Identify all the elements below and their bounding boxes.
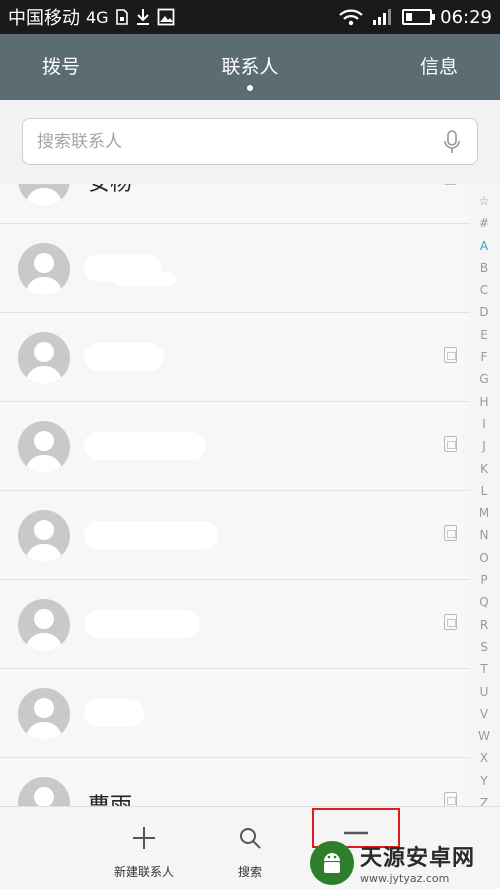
status-right: 06:29 [338, 7, 492, 28]
active-tab-indicator [247, 85, 253, 91]
index-letter[interactable]: ☆ [479, 190, 490, 212]
index-letter[interactable]: E [480, 324, 488, 346]
sim-card-icon [444, 525, 457, 541]
tab-contacts[interactable]: 联系人 [181, 34, 320, 100]
clock: 06:29 [440, 6, 492, 28]
watermark-text: 天源安卓网 www.jytyaz.com [360, 840, 475, 885]
carrier-label: 中国移动 [8, 8, 80, 29]
redacted-name [84, 343, 164, 371]
search-box[interactable] [22, 118, 478, 165]
index-letter[interactable]: G [479, 368, 488, 390]
index-letter[interactable]: H [479, 391, 488, 413]
tab-messages[interactable]: 信息 [319, 34, 500, 100]
index-letter[interactable]: # [479, 212, 489, 234]
battery-level [406, 13, 412, 21]
index-letter[interactable]: F [481, 346, 488, 368]
microphone-icon[interactable] [441, 129, 463, 155]
contact-name: 曹雨 [88, 788, 132, 806]
tab-dialer-label: 拨号 [42, 56, 81, 78]
index-letter[interactable]: K [480, 458, 488, 480]
avatar-icon [18, 777, 70, 806]
avatar-icon [18, 332, 70, 384]
contact-row[interactable] [0, 224, 470, 313]
search-button[interactable]: 搜索 [225, 807, 275, 889]
watermark: 天源安卓网 www.jytyaz.com [310, 836, 500, 889]
avatar-icon [18, 688, 70, 740]
sim-card-icon [444, 436, 457, 452]
index-letter[interactable]: Y [480, 770, 487, 792]
contact-name: 安杨 [88, 184, 132, 197]
search-icon [237, 825, 263, 855]
index-letter[interactable]: Q [479, 591, 488, 613]
index-letter[interactable]: B [480, 257, 488, 279]
index-letter[interactable]: V [480, 703, 488, 725]
download-icon [135, 8, 151, 26]
sim-icon [115, 9, 129, 25]
search-area [0, 100, 500, 184]
tab-dialer[interactable]: 拨号 [0, 34, 181, 100]
search-input[interactable] [37, 131, 441, 152]
alphabet-index[interactable]: ☆ # A B C D E F G H I J K L M N O P Q R S T U V W X Y Z [474, 190, 494, 814]
status-bar: 中国移动 4G 06:29 [0, 0, 500, 34]
index-letter[interactable]: T [480, 658, 487, 680]
tab-messages-label: 信息 [420, 56, 459, 78]
watermark-title: 天源安卓网 [360, 846, 476, 871]
contact-row[interactable] [0, 669, 470, 758]
index-letter[interactable]: A [480, 235, 488, 257]
index-letter[interactable]: L [481, 480, 488, 502]
new-contact-label: 新建联系人 [113, 865, 174, 879]
index-letter[interactable]: O [479, 547, 488, 569]
contact-row[interactable]: 曹雨 [0, 758, 470, 806]
avatar-icon [18, 599, 70, 651]
index-letter[interactable]: M [479, 502, 489, 524]
contact-row[interactable] [0, 491, 470, 580]
redacted-name [84, 432, 206, 460]
avatar-icon [18, 184, 70, 206]
image-icon [157, 8, 175, 26]
redacted-name [84, 610, 200, 638]
index-letter[interactable]: R [480, 614, 488, 636]
avatar-icon [18, 243, 70, 295]
index-letter[interactable]: S [480, 636, 488, 658]
index-letter[interactable]: W [478, 725, 490, 747]
avatar-icon [18, 421, 70, 473]
wifi-icon [338, 8, 364, 26]
index-letter[interactable]: D [479, 301, 488, 323]
index-letter[interactable]: P [480, 569, 487, 591]
watermark-url: www.jytyaz.com [360, 872, 450, 885]
contact-row[interactable] [0, 402, 470, 491]
index-letter[interactable]: N [480, 524, 489, 546]
tab-header: 拨号 联系人 信息 [0, 34, 500, 100]
network-label: 4G [86, 7, 109, 27]
plus-icon [131, 825, 157, 855]
index-letter[interactable]: I [482, 413, 486, 435]
tab-contacts-label: 联系人 [221, 56, 279, 78]
redacted-name [116, 272, 176, 286]
contact-row[interactable]: 安杨 [0, 184, 470, 224]
sim-card-icon [444, 184, 457, 185]
contact-list[interactable]: 安杨 曹雨 [0, 184, 470, 806]
index-letter[interactable]: J [482, 435, 486, 457]
sim-card-icon [444, 614, 457, 630]
index-letter[interactable]: X [480, 747, 488, 769]
sim-card-icon [444, 792, 457, 806]
battery-icon [402, 9, 436, 25]
signal-icon [372, 8, 394, 26]
sim-card-icon [444, 347, 457, 363]
contact-row[interactable] [0, 580, 470, 669]
contact-row[interactable] [0, 313, 470, 402]
index-letter[interactable]: C [480, 279, 488, 301]
new-contact-button[interactable]: 新建联系人 [104, 807, 184, 889]
search-label: 搜索 [237, 865, 262, 879]
redacted-name [84, 699, 144, 727]
redacted-name [84, 521, 218, 549]
avatar-icon [18, 510, 70, 562]
index-letter[interactable]: U [480, 681, 489, 703]
android-logo-icon [310, 840, 354, 885]
status-left: 中国移动 4G [8, 4, 175, 30]
